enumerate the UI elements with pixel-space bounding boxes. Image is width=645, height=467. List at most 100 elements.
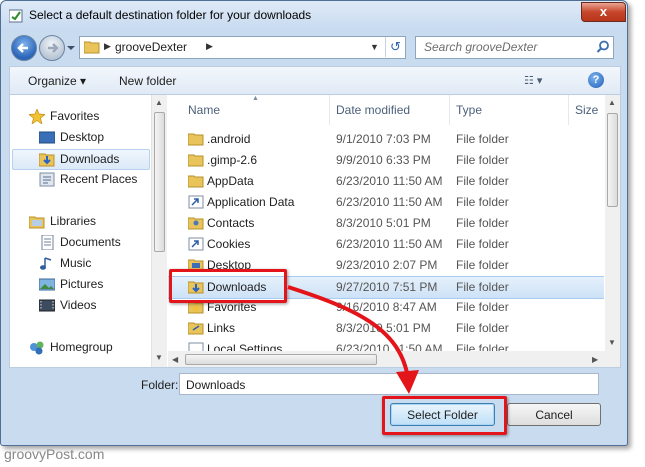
column-header-type[interactable]: Type — [456, 95, 482, 125]
folder-input[interactable]: Downloads — [179, 373, 599, 395]
column-header-date[interactable]: Date modified — [336, 95, 410, 125]
file-type: File folder — [456, 237, 509, 251]
list-item[interactable]: Application Data 6/23/2010 11:50 AM File… — [168, 192, 604, 213]
scroll-down-icon[interactable]: ▼ — [155, 353, 163, 362]
watermark: groovyPost.com — [4, 446, 105, 462]
folder-icon — [188, 133, 204, 146]
nav-label: Homegroup — [50, 340, 113, 354]
scroll-down-icon[interactable]: ▼ — [608, 338, 616, 347]
address-dropdown-icon[interactable]: ▼ — [370, 42, 379, 52]
file-name: Cookies — [207, 237, 251, 251]
refresh-button[interactable]: ↺ — [385, 37, 405, 57]
close-button[interactable]: x — [581, 2, 626, 22]
file-date: 9/16/2010 8:47 AM — [336, 300, 437, 314]
file-type: File folder — [456, 216, 509, 230]
file-date: 9/1/2010 7:03 PM — [336, 132, 431, 146]
list-item[interactable]: Local Settings 6/23/2010 11:50 AM File f… — [168, 339, 604, 351]
scroll-up-icon[interactable]: ▲ — [608, 98, 616, 107]
history-dropdown-icon[interactable] — [67, 44, 75, 52]
address-row: ▶ grooveDexter ▶ ▼ ↺ Search grooveDexter — [1, 31, 627, 63]
dialog-window: Select a default destination folder for … — [0, 0, 628, 446]
address-bar[interactable]: ▶ grooveDexter ▶ ▼ ↺ — [79, 36, 406, 59]
file-type: File folder — [456, 195, 509, 209]
file-list-vertical-scrollbar[interactable]: ▲ ▼ — [605, 95, 620, 351]
nav-label: Videos — [60, 298, 97, 312]
column-separator[interactable] — [329, 95, 330, 125]
list-item[interactable]: Cookies 6/23/2010 11:50 AM File folder — [168, 234, 604, 255]
videos-icon — [39, 299, 55, 312]
scrollbar-thumb[interactable] — [607, 113, 618, 207]
list-item[interactable]: Links 8/3/2010 5:01 PM File folder — [168, 318, 604, 339]
desktop-icon — [39, 131, 55, 144]
nav-label: Pictures — [60, 277, 104, 291]
list-item[interactable]: Contacts 8/3/2010 5:01 PM File folder — [168, 213, 604, 234]
file-name: Contacts — [207, 216, 255, 230]
folder-label: Folder: — [141, 378, 179, 392]
new-folder-button[interactable]: New folder — [119, 74, 176, 88]
arrow-right-icon — [48, 43, 59, 53]
column-separator[interactable] — [449, 95, 450, 125]
list-item[interactable]: AppData 6/23/2010 11:50 AM File folder — [168, 171, 604, 192]
file-type: File folder — [456, 174, 509, 188]
shortcut-folder-icon — [188, 195, 204, 209]
file-list: ▲ Name Date modified Type Size .android … — [168, 95, 605, 351]
pictures-icon — [39, 278, 55, 291]
scrollbar-corner — [605, 351, 620, 367]
folder-icon — [84, 41, 100, 54]
column-separator[interactable] — [568, 95, 569, 125]
navigation-scrollbar[interactable]: ▲ ▼ — [151, 95, 167, 367]
nav-label: Recent Places — [60, 172, 138, 186]
scroll-up-icon[interactable]: ▲ — [155, 98, 163, 107]
libraries-icon — [29, 216, 45, 229]
scroll-left-icon[interactable]: ◀ — [172, 355, 178, 364]
search-placeholder: Search grooveDexter — [424, 40, 538, 54]
window-title: Select a default destination folder for … — [29, 8, 312, 22]
cancel-button[interactable]: Cancel — [507, 403, 601, 426]
column-header-name[interactable]: Name — [188, 95, 220, 125]
nav-label: Music — [60, 256, 92, 270]
homegroup-icon — [30, 341, 44, 355]
nav-label: Favorites — [50, 109, 100, 123]
documents-icon — [41, 235, 54, 250]
search-icon[interactable] — [596, 40, 610, 54]
scroll-right-icon[interactable]: ▶ — [592, 355, 598, 364]
downloads-folder-icon — [39, 153, 55, 167]
breadcrumb-chevron-icon[interactable]: ▶ — [206, 41, 213, 52]
help-icon[interactable]: ? — [588, 72, 604, 88]
command-toolbar: Organize ▾ New folder ☷ ▾ ? — [9, 66, 621, 95]
navigation-pane: Favorites Desktop Downloads Recent Place… — [10, 95, 150, 367]
nav-item-downloads[interactable]: Downloads — [12, 149, 150, 170]
search-input[interactable]: Search grooveDexter — [415, 36, 614, 59]
list-item[interactable]: .android 9/1/2010 7:03 PM File folder — [168, 129, 604, 150]
sort-ascending-icon: ▲ — [252, 95, 259, 102]
shortcut-folder-icon — [188, 237, 204, 251]
nav-label: Documents — [60, 235, 121, 249]
folder-icon — [188, 175, 204, 188]
file-date: 6/23/2010 11:50 AM — [336, 237, 443, 251]
file-type: File folder — [456, 300, 509, 314]
scrollbar-thumb[interactable] — [154, 112, 165, 252]
file-list-horizontal-scrollbar[interactable]: ◀ ▶ — [168, 351, 605, 367]
list-item[interactable]: .gimp-2.6 9/9/2010 6:33 PM File folder — [168, 150, 604, 171]
file-type: File folder — [456, 321, 509, 335]
breadcrumb-current[interactable]: grooveDexter — [115, 40, 187, 54]
organize-menu[interactable]: Organize ▾ — [28, 74, 86, 88]
file-date: 8/3/2010 5:01 PM — [336, 216, 431, 230]
nav-label: Desktop — [60, 130, 105, 144]
breadcrumb-chevron-icon[interactable]: ▶ — [104, 41, 111, 52]
file-name: AppData — [207, 174, 254, 188]
file-date: 6/23/2010 11:50 AM — [336, 174, 443, 188]
column-header-size[interactable]: Size — [575, 95, 598, 125]
file-name: Local Settings — [207, 342, 283, 351]
views-icon[interactable]: ☷ ▾ — [524, 74, 542, 87]
star-icon — [29, 109, 45, 124]
forward-button[interactable] — [39, 35, 65, 61]
file-date: 9/23/2010 2:07 PM — [336, 258, 438, 272]
title-bar[interactable]: Select a default destination folder for … — [1, 1, 627, 31]
contacts-folder-icon — [188, 217, 204, 230]
file-date: 9/27/2010 7:51 PM — [336, 280, 438, 294]
back-button[interactable] — [11, 35, 37, 61]
folder-icon — [188, 154, 204, 167]
scrollbar-thumb[interactable] — [185, 354, 377, 365]
file-type: File folder — [456, 258, 509, 272]
